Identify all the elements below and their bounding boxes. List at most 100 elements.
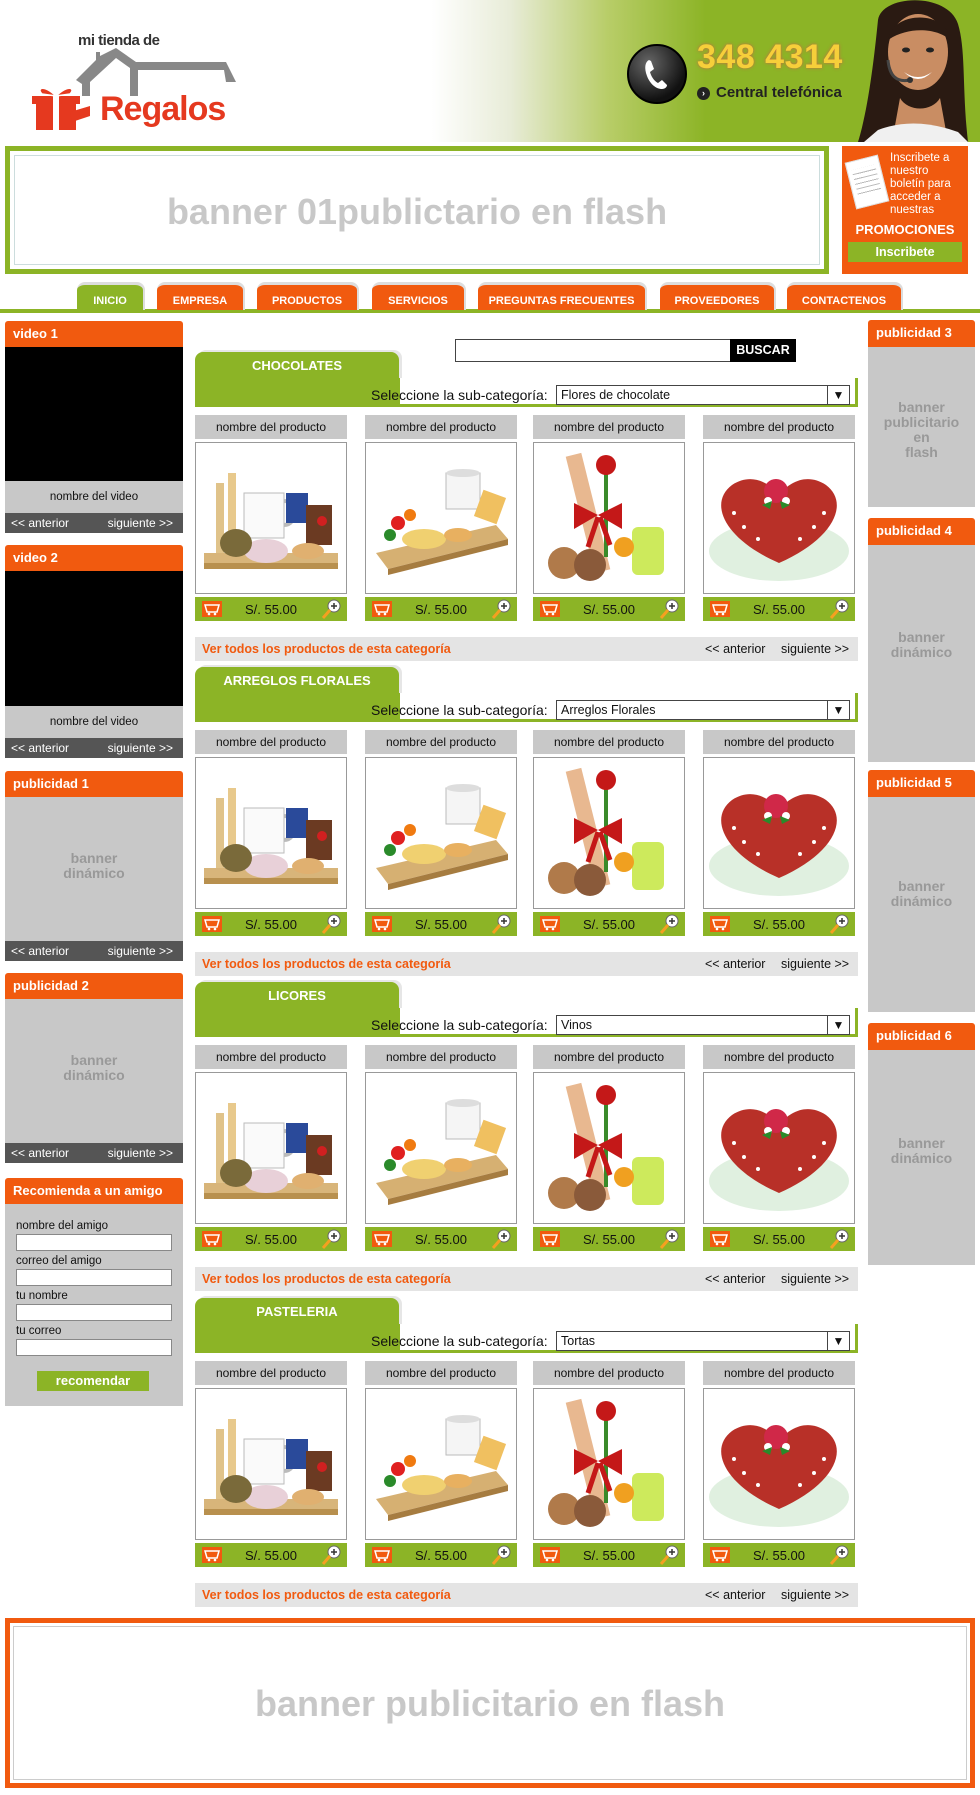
product-image[interactable] [365, 1072, 517, 1224]
subscribe-button[interactable]: Inscribete [848, 242, 962, 262]
category-next-link[interactable]: siguiente >> [781, 637, 849, 661]
zoom-icon[interactable] [659, 913, 681, 935]
product-name[interactable]: nombre del producto [703, 730, 855, 754]
video-1-player[interactable] [5, 347, 183, 481]
product-name[interactable]: nombre del producto [195, 730, 347, 754]
subcategory-select[interactable]: Vinos ▼ [556, 1015, 850, 1035]
product-name[interactable]: nombre del producto [195, 1361, 347, 1385]
bottom-flash-banner[interactable]: banner publicitario en flash [5, 1618, 975, 1788]
category-next-link[interactable]: siguiente >> [781, 952, 849, 976]
product-name[interactable]: nombre del producto [533, 1045, 685, 1069]
video-2-next-link[interactable]: siguiente >> [108, 738, 173, 758]
video-2-player[interactable] [5, 571, 183, 706]
video-1-prev-link[interactable]: << anterior [11, 513, 69, 533]
zoom-icon[interactable] [321, 598, 343, 620]
zoom-icon[interactable] [321, 1228, 343, 1250]
publicidad-4-banner[interactable]: banner dinámico [868, 545, 975, 762]
product-image[interactable] [703, 442, 855, 594]
zoom-icon[interactable] [491, 1544, 513, 1566]
friend-email-input[interactable] [16, 1269, 172, 1286]
zoom-icon[interactable] [491, 598, 513, 620]
publicidad-1-prev-link[interactable]: << anterior [11, 941, 69, 961]
product-image[interactable] [195, 1388, 347, 1540]
top-flash-banner[interactable]: banner 01publictario en flash [5, 146, 829, 274]
category-prev-link[interactable]: << anterior [705, 1267, 765, 1291]
zoom-icon[interactable] [321, 1544, 343, 1566]
zoom-icon[interactable] [659, 598, 681, 620]
tab-preguntas-frecuentes[interactable]: PREGUNTAS FRECUENTES [478, 282, 645, 310]
publicidad-2-next-link[interactable]: siguiente >> [108, 1143, 173, 1163]
product-image[interactable] [533, 1388, 685, 1540]
see-all-link[interactable]: Ver todos los productos de esta categorí… [202, 952, 451, 976]
publicidad-2-prev-link[interactable]: << anterior [11, 1143, 69, 1163]
zoom-icon[interactable] [659, 1228, 681, 1250]
chevron-down-icon[interactable]: ▼ [827, 1332, 849, 1350]
product-name[interactable]: nombre del producto [703, 1045, 855, 1069]
zoom-icon[interactable] [829, 913, 851, 935]
chevron-down-icon[interactable]: ▼ [827, 1016, 849, 1034]
subcategory-select[interactable]: Tortas ▼ [556, 1331, 850, 1351]
subcategory-select[interactable]: Flores de chocolate ▼ [556, 385, 850, 405]
chevron-down-icon[interactable]: ▼ [827, 701, 849, 719]
product-image[interactable] [533, 1072, 685, 1224]
see-all-link[interactable]: Ver todos los productos de esta categorí… [202, 1267, 451, 1291]
product-image[interactable] [703, 1388, 855, 1540]
product-name[interactable]: nombre del producto [533, 1361, 685, 1385]
product-image[interactable] [365, 442, 517, 594]
zoom-icon[interactable] [491, 913, 513, 935]
friend-name-input[interactable] [16, 1234, 172, 1251]
video-1-next-link[interactable]: siguiente >> [108, 513, 173, 533]
product-image[interactable] [195, 757, 347, 909]
category-prev-link[interactable]: << anterior [705, 1583, 765, 1607]
product-name[interactable]: nombre del producto [365, 730, 517, 754]
your-name-input[interactable] [16, 1304, 172, 1321]
category-prev-link[interactable]: << anterior [705, 637, 765, 661]
category-title[interactable]: PASTELERIA [195, 1298, 399, 1326]
category-title[interactable]: CHOCOLATES [195, 352, 399, 380]
product-name[interactable]: nombre del producto [703, 415, 855, 439]
category-title[interactable]: LICORES [195, 982, 399, 1010]
subcategory-select[interactable]: Arreglos Florales ▼ [556, 700, 850, 720]
category-title[interactable]: ARREGLOS FLORALES [195, 667, 399, 695]
tab-proveedores[interactable]: PROVEEDORES [660, 282, 774, 310]
chevron-down-icon[interactable]: ▼ [827, 386, 849, 404]
tab-productos[interactable]: PRODUCTOS [257, 282, 357, 310]
zoom-icon[interactable] [491, 1228, 513, 1250]
tab-contactenos[interactable]: CONTACTENOS [787, 282, 901, 310]
product-name[interactable]: nombre del producto [195, 1045, 347, 1069]
zoom-icon[interactable] [659, 1544, 681, 1566]
recommend-button[interactable]: recomendar [37, 1371, 149, 1391]
product-image[interactable] [195, 442, 347, 594]
tab-empresa[interactable]: EMPRESA [157, 282, 243, 310]
tab-inicio[interactable]: INICIO [77, 282, 143, 310]
product-image[interactable] [533, 442, 685, 594]
publicidad-5-banner[interactable]: banner dinámico [868, 797, 975, 1012]
zoom-icon[interactable] [321, 913, 343, 935]
product-name[interactable]: nombre del producto [195, 415, 347, 439]
phone-number[interactable]: 348 4314 [697, 38, 843, 77]
product-name[interactable]: nombre del producto [365, 415, 517, 439]
product-name[interactable]: nombre del producto [703, 1361, 855, 1385]
tab-servicios[interactable]: SERVICIOS [372, 282, 464, 310]
video-2-name[interactable]: nombre del video [5, 706, 183, 738]
product-name[interactable]: nombre del producto [533, 730, 685, 754]
publicidad-3-banner[interactable]: banner publicitario en flash [868, 347, 975, 507]
product-name[interactable]: nombre del producto [365, 1045, 517, 1069]
product-image[interactable] [365, 757, 517, 909]
product-image[interactable] [703, 757, 855, 909]
product-name[interactable]: nombre del producto [533, 415, 685, 439]
zoom-icon[interactable] [829, 1544, 851, 1566]
category-prev-link[interactable]: << anterior [705, 952, 765, 976]
product-image[interactable] [703, 1072, 855, 1224]
see-all-link[interactable]: Ver todos los productos de esta categorí… [202, 1583, 451, 1607]
publicidad-6-banner[interactable]: banner dinámico [868, 1050, 975, 1265]
video-1-name[interactable]: nombre del video [5, 481, 183, 513]
your-email-input[interactable] [16, 1339, 172, 1356]
product-image[interactable] [365, 1388, 517, 1540]
zoom-icon[interactable] [829, 598, 851, 620]
product-image[interactable] [195, 1072, 347, 1224]
zoom-icon[interactable] [829, 1228, 851, 1250]
publicidad-2-banner[interactable]: banner dinámico [5, 999, 183, 1143]
publicidad-1-banner[interactable]: banner dinámico [5, 797, 183, 941]
category-next-link[interactable]: siguiente >> [781, 1267, 849, 1291]
